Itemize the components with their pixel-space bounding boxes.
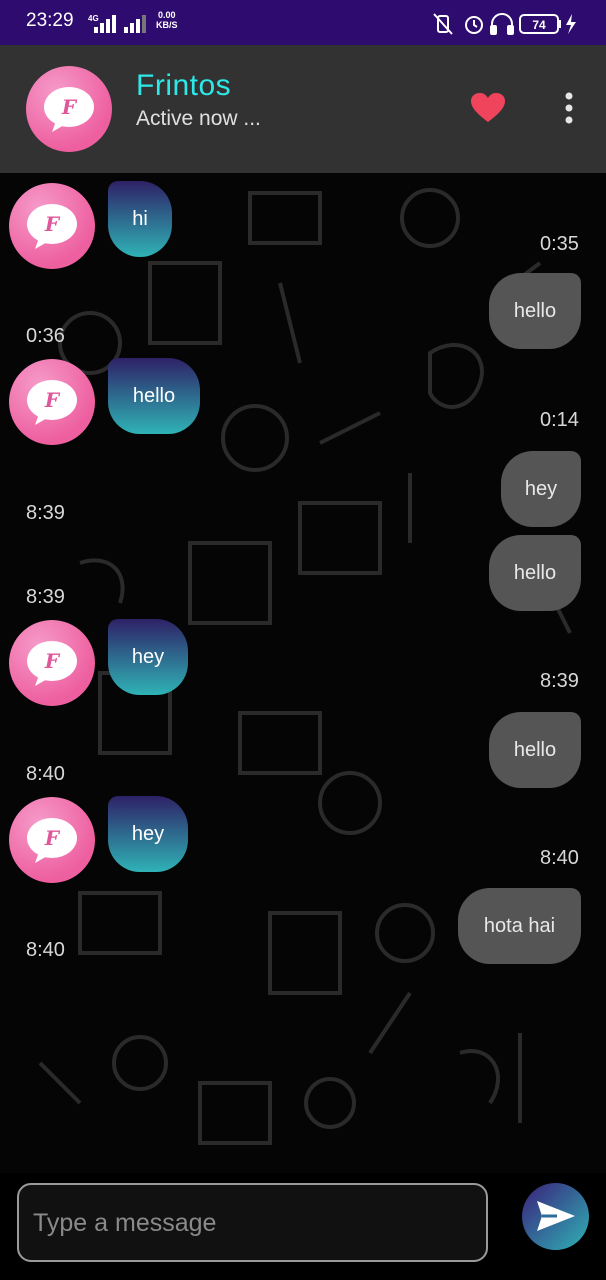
svg-text:F: F [61,95,78,119]
send-button[interactable] [522,1183,589,1250]
data-speed-unit: KB/S [156,20,178,30]
charging-icon [566,14,576,34]
sender-avatar[interactable]: F [9,359,95,445]
app-logo-icon: F [27,641,77,686]
data-speed-value: 0.00 [157,10,176,20]
data-speed: 0.00 KB/S [156,10,178,30]
message-input[interactable]: Type a message [17,1183,488,1262]
network-type-label: 4G [88,14,99,23]
app-logo-icon: F [27,818,77,863]
sender-avatar[interactable]: F [9,183,95,269]
message-list[interactable]: F hi 0:35 hello 0:36 F hello 0:14 hey 8:… [0,173,606,1173]
message-bubble-outgoing[interactable]: hello [489,273,581,349]
message-bubble-incoming[interactable]: hi [108,181,172,257]
message-bubble-outgoing[interactable]: hey [501,451,581,527]
contact-avatar[interactable]: F [26,66,112,152]
message-time: 8:40 [540,847,579,869]
app-logo-icon: F [27,204,77,249]
chat-header: F Frintos Active now ... [0,45,606,173]
message-bubble-incoming[interactable]: hey [108,796,188,872]
svg-text:F: F [44,388,61,412]
message-bubble-outgoing[interactable]: hota hai [458,888,581,964]
message-time: 8:40 [26,763,65,785]
send-icon [537,1201,575,1231]
headphones-icon [490,13,514,35]
status-bar: 23:29 4G 0.00 KB/S 74 [0,0,606,45]
heart-icon[interactable] [471,93,505,123]
sender-avatar[interactable]: F [9,620,95,706]
message-time: 0:14 [540,409,579,431]
message-time: 8:39 [26,502,65,524]
svg-text:F: F [44,212,61,236]
battery-icon: 74 [519,14,561,34]
status-time: 23:29 [26,10,74,31]
app-logo-icon: F [27,380,77,425]
status-icons: 74 [433,13,576,35]
alarm-icon [465,16,483,34]
message-bubble-incoming[interactable]: hello [108,358,200,434]
vibrate-off-icon [433,13,453,35]
svg-text:F: F [44,649,61,673]
svg-text:F: F [44,826,61,850]
sender-avatar[interactable]: F [9,797,95,883]
battery-level: 74 [532,18,546,32]
signal-icon: 4G [88,14,146,33]
message-bubble-incoming[interactable]: hey [108,619,188,695]
contact-name[interactable]: Frintos [136,69,231,103]
message-time: 8:40 [26,939,65,961]
contact-status: Active now ... [136,107,261,130]
message-bubble-outgoing[interactable]: hello [489,535,581,611]
message-time: 8:39 [26,586,65,608]
message-input-placeholder: Type a message [33,1209,217,1237]
message-time: 8:39 [540,670,579,692]
message-time: 0:35 [540,233,579,255]
message-time: 0:36 [26,325,65,347]
app-logo-icon: F [44,87,94,132]
message-bubble-outgoing[interactable]: hello [489,712,581,788]
more-options-icon[interactable] [560,91,578,125]
